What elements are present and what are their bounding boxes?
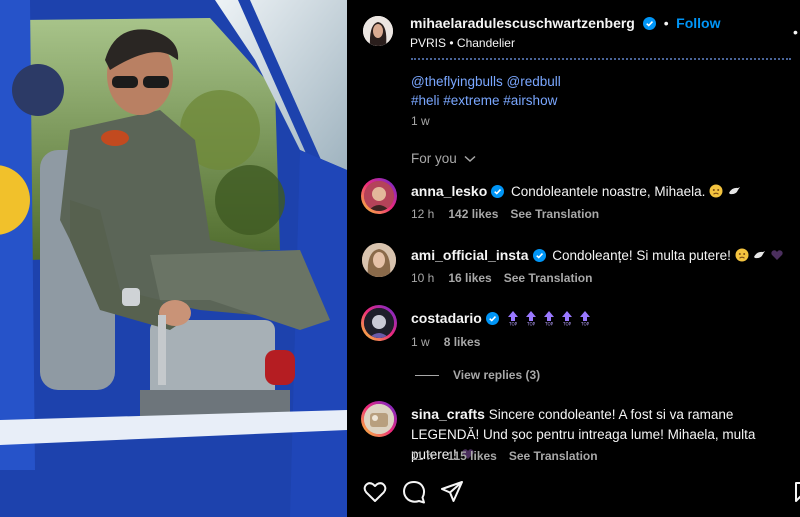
comment-item: ami_official_insta Condoleanțe! Si multa… xyxy=(347,243,800,293)
comment-meta: 12 h 142 likes See Translation xyxy=(411,207,599,221)
dot-separator: • xyxy=(663,15,669,31)
follow-button[interactable]: Follow xyxy=(676,15,720,31)
bookmark-icon[interactable] xyxy=(794,481,800,503)
comment-age: 12 h xyxy=(411,207,435,221)
photo-illustration xyxy=(0,0,347,517)
comment-sort-dropdown[interactable]: For you xyxy=(411,151,476,166)
svg-text:TOP: TOP xyxy=(508,322,518,327)
comment-age: 10 h xyxy=(411,271,435,285)
top-arrow-emoji-icons: TOP TOP TOP TOP TOP xyxy=(507,311,590,327)
view-replies-label: View replies (3) xyxy=(453,368,541,382)
purple-heart-emoji-icon xyxy=(770,248,784,268)
comment-avatar xyxy=(364,404,394,434)
comment-body: anna_lesko Condoleantele noastre, Mihael… xyxy=(411,181,791,204)
caption-overflow xyxy=(411,58,791,64)
avatar-image xyxy=(364,181,394,211)
avatar-image xyxy=(364,308,394,338)
svg-text:TOP: TOP xyxy=(580,322,590,327)
audio-separator: • xyxy=(449,36,454,50)
comment-likes[interactable]: 115 likes xyxy=(447,449,496,463)
avatar-image xyxy=(362,243,396,277)
comment-body: costadario TOP TOP TOP TOP TOP xyxy=(411,308,791,329)
post-action-bar xyxy=(347,472,800,512)
comment-meta: 10 h 16 likes See Translation xyxy=(411,271,592,285)
comment-meta: 1 w 8 likes xyxy=(411,335,480,349)
dove-emoji-icon xyxy=(752,248,766,268)
audio-track: Chandelier xyxy=(456,36,515,50)
comment-age: 1 w xyxy=(411,335,430,349)
comment-username[interactable]: anna_lesko xyxy=(411,183,487,199)
comment-avatar[interactable] xyxy=(362,243,396,277)
author-avatar[interactable] xyxy=(363,16,393,46)
svg-text:TOP: TOP xyxy=(562,322,572,327)
view-replies-button[interactable]: View replies (3) xyxy=(415,368,540,382)
comment-username[interactable]: ami_official_insta xyxy=(411,247,529,263)
comment-item: anna_lesko Condoleantele noastre, Mihael… xyxy=(347,178,800,228)
more-options-icon[interactable]: • xyxy=(793,24,798,40)
svg-text:TOP: TOP xyxy=(544,322,554,327)
see-translation-link[interactable]: See Translation xyxy=(504,271,593,285)
sad-face-emoji-icon xyxy=(709,184,723,204)
caption-hashtags[interactable]: #heli #extreme #airshow xyxy=(411,91,557,110)
comment-avatar xyxy=(364,308,394,338)
comment-avatar xyxy=(364,181,394,211)
replies-divider xyxy=(415,375,439,377)
comment-text: Condoleantele noastre, Mihaela. xyxy=(511,184,706,199)
verified-badge-icon xyxy=(485,312,499,325)
comment-username[interactable]: costadario xyxy=(411,310,482,326)
post-header: mihaelaradulescuschwartzenberg • Follow … xyxy=(347,0,800,60)
see-translation-link[interactable]: See Translation xyxy=(510,207,599,221)
verified-badge-icon xyxy=(532,249,546,262)
author-username[interactable]: mihaelaradulescuschwartzenberg xyxy=(410,15,635,31)
avatar-image xyxy=(364,404,394,434)
audio-attribution[interactable]: PVRIS • Chandelier xyxy=(410,36,515,50)
comment-age: 11 h xyxy=(411,449,434,463)
svg-text:TOP: TOP xyxy=(526,322,536,327)
see-translation-link[interactable]: See Translation xyxy=(509,449,598,463)
comment-item: sina_crafts Sincere condoleante! A fost … xyxy=(347,401,800,466)
heart-icon[interactable] xyxy=(363,481,387,503)
comment-text: Condoleanțe! Si multa putere! xyxy=(552,248,731,263)
audio-artist: PVRIS xyxy=(410,36,447,50)
comment-body: ami_official_insta Condoleanțe! Si multa… xyxy=(411,245,791,268)
comment-avatar-story-ring[interactable] xyxy=(361,305,397,341)
caption-mentions[interactable]: @theflyingbulls @redbull xyxy=(411,72,561,91)
verified-badge-icon xyxy=(491,185,505,198)
sort-label: For you xyxy=(411,151,457,166)
comment-icon[interactable] xyxy=(402,480,426,504)
comment-avatar-story-ring[interactable] xyxy=(361,178,397,214)
share-icon[interactable] xyxy=(441,481,463,503)
dove-emoji-icon xyxy=(727,184,741,204)
caption-age: 1 w xyxy=(411,114,430,128)
comment-likes[interactable]: 142 likes xyxy=(448,207,498,221)
comment-username[interactable]: sina_crafts xyxy=(411,406,485,422)
comment-meta: 11 h 115 likes See Translation xyxy=(411,449,598,463)
comment-avatar-story-ring[interactable] xyxy=(361,401,397,437)
sad-face-emoji-icon xyxy=(735,248,749,268)
avatar-image xyxy=(363,16,393,46)
comment-item: costadario TOP TOP TOP TOP TOP 1 w 8 likes xyxy=(347,305,800,357)
verified-badge-icon xyxy=(643,17,657,30)
post-panel: mihaelaradulescuschwartzenberg • Follow … xyxy=(347,0,800,517)
top-arrow-emojis: TOP TOP TOP TOP TOP xyxy=(506,311,598,327)
chevron-down-icon xyxy=(464,155,476,163)
post-photo[interactable] xyxy=(0,0,347,517)
comment-likes[interactable]: 16 likes xyxy=(448,271,491,285)
comment-likes[interactable]: 8 likes xyxy=(444,335,481,349)
